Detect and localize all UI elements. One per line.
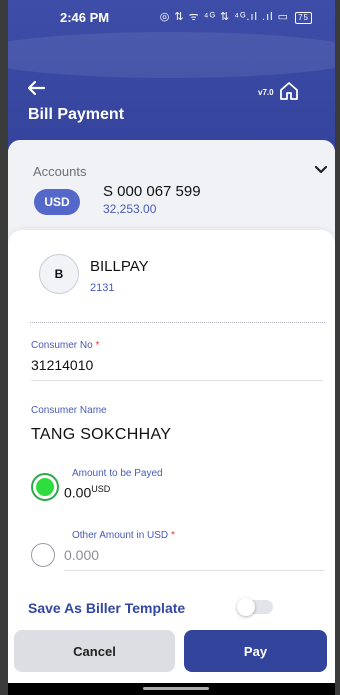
accounts-label: Accounts — [33, 164, 87, 179]
phone-screen: 2:46 PM ◎ ⇅ ᯤ ⁴ᴳ ⇅ ⁴ᴳ.ıl .ıl ▭ 75 v7.0 B… — [0, 0, 340, 695]
back-button[interactable] — [26, 78, 46, 104]
status-time: 2:46 PM — [60, 10, 110, 25]
biller-avatar: B — [39, 254, 79, 294]
consumer-name-label: Consumer Name — [31, 405, 107, 416]
biller-initial: B — [54, 267, 64, 281]
amount-number: 0.00 — [64, 484, 92, 501]
home-icon[interactable] — [278, 80, 300, 102]
amount-radio-selected[interactable] — [31, 473, 59, 501]
consumer-name-value: TANG SOKCHHAY — [31, 426, 172, 443]
status-icons-text: ◎ ⇅ ᯤ ⁴ᴳ ⇅ ⁴ᴳ.ıl .ıl ▭ — [159, 11, 290, 23]
amount-currency: USD — [91, 484, 111, 494]
other-amount-radio[interactable] — [31, 543, 55, 567]
status-icons: ◎ ⇅ ᯤ ⁴ᴳ ⇅ ⁴ᴳ.ıl .ıl ▭ 75 — [160, 9, 312, 24]
other-amount-label-text: Other Amount in USD — [72, 530, 169, 541]
save-template-label: Save As Biller Template — [28, 600, 186, 616]
other-amount-underline — [64, 570, 324, 571]
other-amount-label: Other Amount in USD * — [72, 530, 175, 541]
version-label: v7.0 — [258, 88, 274, 97]
pay-button[interactable]: Pay — [184, 630, 327, 672]
status-bar: 2:46 PM ◎ ⇅ ᯤ ⁴ᴳ ⇅ ⁴ᴳ.ıl .ıl ▭ 75 — [0, 0, 340, 36]
consumer-no-label-text: Consumer No — [31, 340, 93, 351]
account-balance: 32,253.00 — [103, 202, 157, 216]
battery-icon: 75 — [295, 12, 312, 24]
app-header: 2:46 PM ◎ ⇅ ᯤ ⁴ᴳ ⇅ ⁴ᴳ.ıl .ıl ▭ 75 v7.0 B… — [0, 0, 340, 150]
divider — [30, 322, 325, 323]
biller-name: BILLPAY — [90, 258, 149, 275]
save-template-toggle[interactable] — [237, 598, 273, 616]
consumer-no-label: Consumer No * — [31, 340, 99, 351]
system-nav-bar — [0, 683, 340, 695]
device-bezel-left — [0, 0, 8, 695]
battery-level: 75 — [298, 13, 309, 22]
amount-to-pay-label: Amount to be Payed — [72, 468, 163, 479]
action-bar: Cancel Pay — [8, 620, 335, 680]
page-title: Bill Payment — [28, 106, 125, 123]
consumer-no-underline — [31, 380, 323, 381]
other-amount-input[interactable] — [64, 545, 322, 565]
account-number: S 000 067 599 — [103, 183, 201, 200]
home-gesture-handle[interactable] — [143, 687, 209, 690]
left-arrow-icon — [27, 80, 46, 96]
header-decoration — [0, 32, 340, 78]
biller-code: 2131 — [90, 282, 115, 294]
device-bezel-right — [335, 0, 340, 695]
amount-to-pay-value: 0.00USD — [64, 484, 110, 501]
required-mark: * — [95, 340, 100, 351]
cancel-button[interactable]: Cancel — [14, 630, 175, 672]
consumer-no-field[interactable]: 31214010 — [31, 357, 93, 373]
chevron-down-icon[interactable] — [312, 160, 330, 178]
payment-form: B BILLPAY 2131 Consumer No * 31214010 Co… — [8, 230, 335, 630]
currency-badge: USD — [34, 189, 80, 215]
toggle-knob[interactable] — [237, 598, 255, 616]
required-mark: * — [170, 530, 175, 541]
